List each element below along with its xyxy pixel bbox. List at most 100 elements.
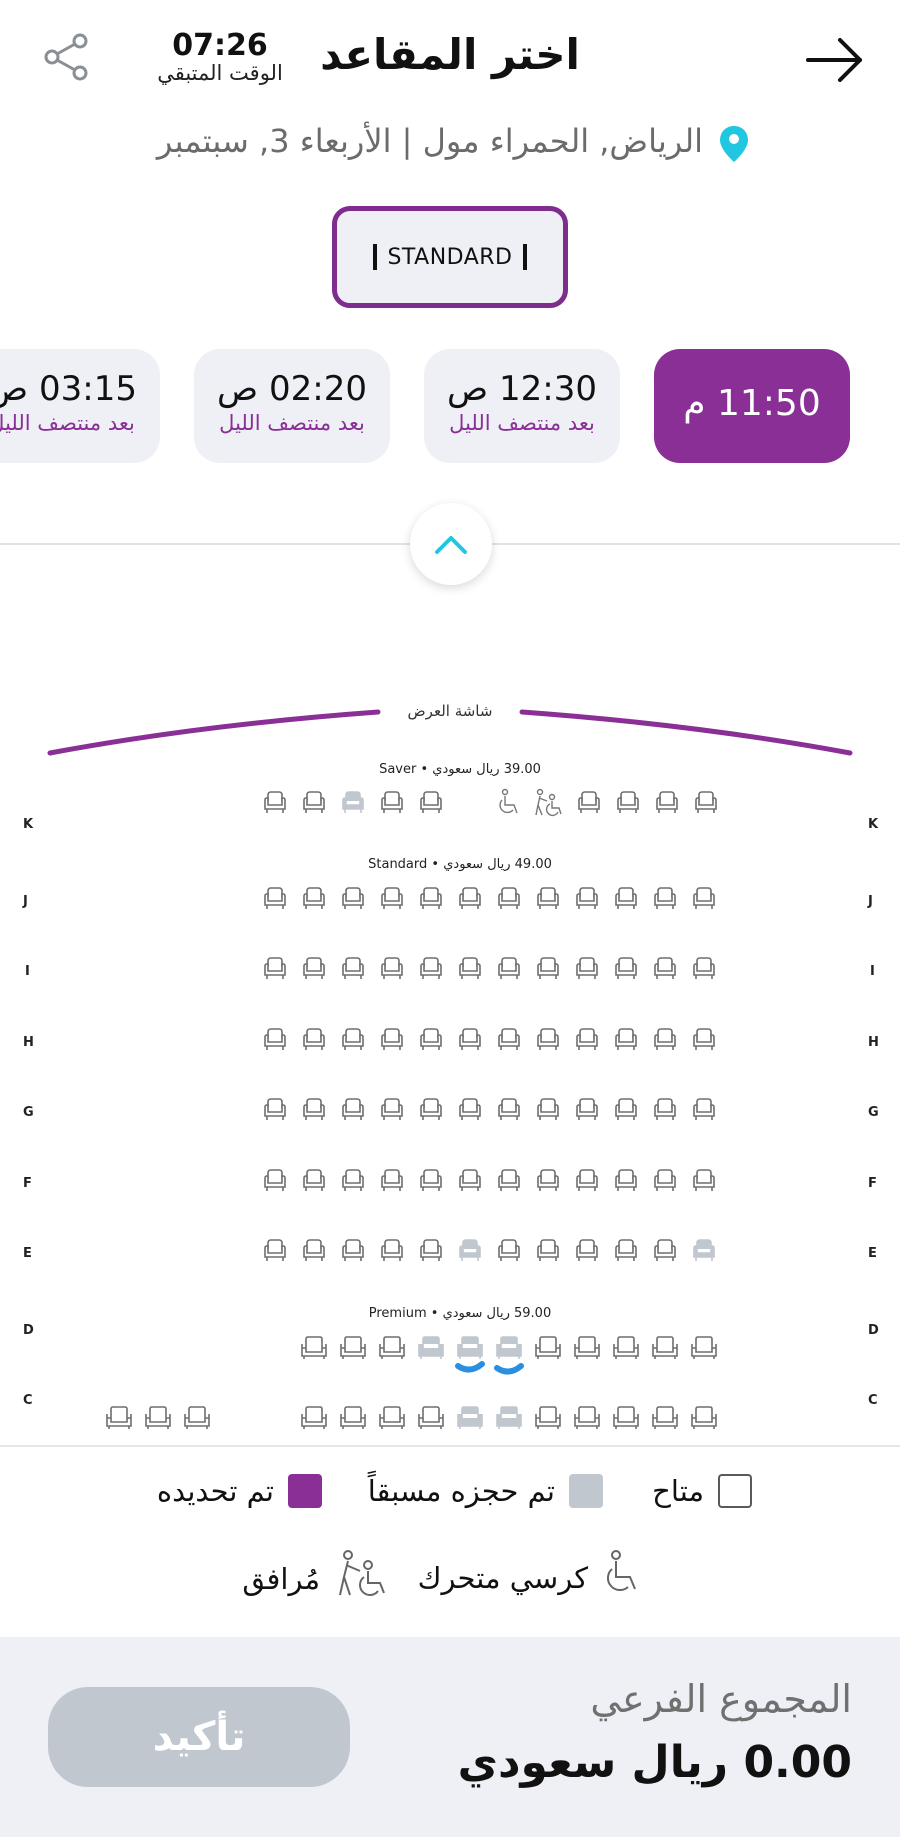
seat-k-12[interactable] <box>693 790 719 816</box>
seat-j-4[interactable] <box>379 886 405 912</box>
seat-d-11[interactable] <box>689 1335 719 1361</box>
seat-g-9[interactable] <box>574 1097 600 1123</box>
seat-e-10[interactable] <box>613 1238 639 1264</box>
seat-d-7[interactable] <box>533 1335 563 1361</box>
seat-d-3[interactable] <box>377 1335 407 1361</box>
seat-e-4[interactable] <box>379 1238 405 1264</box>
confirm-button[interactable]: تأكيد <box>48 1687 350 1787</box>
seat-c-11[interactable] <box>689 1405 719 1431</box>
seat-k-10[interactable] <box>615 790 641 816</box>
seat-j-2[interactable] <box>301 886 327 912</box>
seat-h-12[interactable] <box>691 1027 717 1053</box>
seat-i-4[interactable] <box>379 956 405 982</box>
seat-g-12[interactable] <box>691 1097 717 1123</box>
seat-i-12[interactable] <box>691 956 717 982</box>
seat-k-11[interactable] <box>654 790 680 816</box>
seat-j-1[interactable] <box>262 886 288 912</box>
seat-h-5[interactable] <box>418 1027 444 1053</box>
seat-j-8[interactable] <box>535 886 561 912</box>
seat-h-6[interactable] <box>457 1027 483 1053</box>
seat-e-3[interactable] <box>340 1238 366 1264</box>
seat-h-7[interactable] <box>496 1027 522 1053</box>
seat-i-7[interactable] <box>496 956 522 982</box>
seat-j-5[interactable] <box>418 886 444 912</box>
seat-c-9[interactable] <box>611 1405 641 1431</box>
seat-e-1[interactable] <box>262 1238 288 1264</box>
seat-h-9[interactable] <box>574 1027 600 1053</box>
seat-f-10[interactable] <box>613 1168 639 1194</box>
seat-h-1[interactable] <box>262 1027 288 1053</box>
seat-h-3[interactable] <box>340 1027 366 1053</box>
seat-c-1[interactable] <box>299 1405 329 1431</box>
seat-j-6[interactable] <box>457 886 483 912</box>
seat-k-4[interactable] <box>379 790 405 816</box>
seat-f-11[interactable] <box>652 1168 678 1194</box>
seat-i-6[interactable] <box>457 956 483 982</box>
seat-c-7[interactable] <box>533 1405 563 1431</box>
wheelchair-seat-icon[interactable] <box>496 788 522 814</box>
seat-d-2[interactable] <box>338 1335 368 1361</box>
seat-e-2[interactable] <box>301 1238 327 1264</box>
seat-g-7[interactable] <box>496 1097 522 1123</box>
seat-i-10[interactable] <box>613 956 639 982</box>
seat-i-5[interactable] <box>418 956 444 982</box>
seat-j-3[interactable] <box>340 886 366 912</box>
seat-g-1[interactable] <box>262 1097 288 1123</box>
seat-c-2[interactable] <box>338 1405 368 1431</box>
seat-j-10[interactable] <box>613 886 639 912</box>
seat-c-4[interactable] <box>416 1405 446 1431</box>
seat-c-8[interactable] <box>572 1405 602 1431</box>
seat-d-8[interactable] <box>572 1335 602 1361</box>
seat-d-10[interactable] <box>650 1335 680 1361</box>
seat-f-8[interactable] <box>535 1168 561 1194</box>
seat-c-3[interactable] <box>377 1405 407 1431</box>
seat-f-7[interactable] <box>496 1168 522 1194</box>
seat-g-8[interactable] <box>535 1097 561 1123</box>
seat-g-3[interactable] <box>340 1097 366 1123</box>
seat-c-left-3[interactable] <box>182 1405 212 1431</box>
seat-k-5[interactable] <box>418 790 444 816</box>
seat-g-10[interactable] <box>613 1097 639 1123</box>
seat-i-2[interactable] <box>301 956 327 982</box>
seat-f-5[interactable] <box>418 1168 444 1194</box>
seat-e-7[interactable] <box>496 1238 522 1264</box>
seat-k-9[interactable] <box>576 790 602 816</box>
seat-k-1[interactable] <box>262 790 288 816</box>
seat-h-4[interactable] <box>379 1027 405 1053</box>
seat-e-11[interactable] <box>652 1238 678 1264</box>
seat-j-9[interactable] <box>574 886 600 912</box>
seat-f-12[interactable] <box>691 1168 717 1194</box>
seat-e-9[interactable] <box>574 1238 600 1264</box>
seat-f-6[interactable] <box>457 1168 483 1194</box>
seat-h-2[interactable] <box>301 1027 327 1053</box>
seat-f-9[interactable] <box>574 1168 600 1194</box>
seat-g-4[interactable] <box>379 1097 405 1123</box>
seat-i-11[interactable] <box>652 956 678 982</box>
seat-j-11[interactable] <box>652 886 678 912</box>
seat-f-2[interactable] <box>301 1168 327 1194</box>
seat-f-1[interactable] <box>262 1168 288 1194</box>
seat-j-7[interactable] <box>496 886 522 912</box>
seat-h-10[interactable] <box>613 1027 639 1053</box>
seat-k-2[interactable] <box>301 790 327 816</box>
seat-j-12[interactable] <box>691 886 717 912</box>
seat-g-6[interactable] <box>457 1097 483 1123</box>
seat-h-11[interactable] <box>652 1027 678 1053</box>
seat-c-left-2[interactable] <box>143 1405 173 1431</box>
seat-g-5[interactable] <box>418 1097 444 1123</box>
seat-i-3[interactable] <box>340 956 366 982</box>
seat-i-1[interactable] <box>262 956 288 982</box>
seat-g-2[interactable] <box>301 1097 327 1123</box>
seat-d-1[interactable] <box>299 1335 329 1361</box>
seat-c-10[interactable] <box>650 1405 680 1431</box>
companion-seat-icon[interactable] <box>533 788 562 817</box>
seat-d-9[interactable] <box>611 1335 641 1361</box>
seat-f-4[interactable] <box>379 1168 405 1194</box>
seat-f-3[interactable] <box>340 1168 366 1194</box>
seat-h-8[interactable] <box>535 1027 561 1053</box>
seat-g-11[interactable] <box>652 1097 678 1123</box>
seat-c-left-1[interactable] <box>104 1405 134 1431</box>
seat-i-8[interactable] <box>535 956 561 982</box>
seat-i-9[interactable] <box>574 956 600 982</box>
seat-e-5[interactable] <box>418 1238 444 1264</box>
